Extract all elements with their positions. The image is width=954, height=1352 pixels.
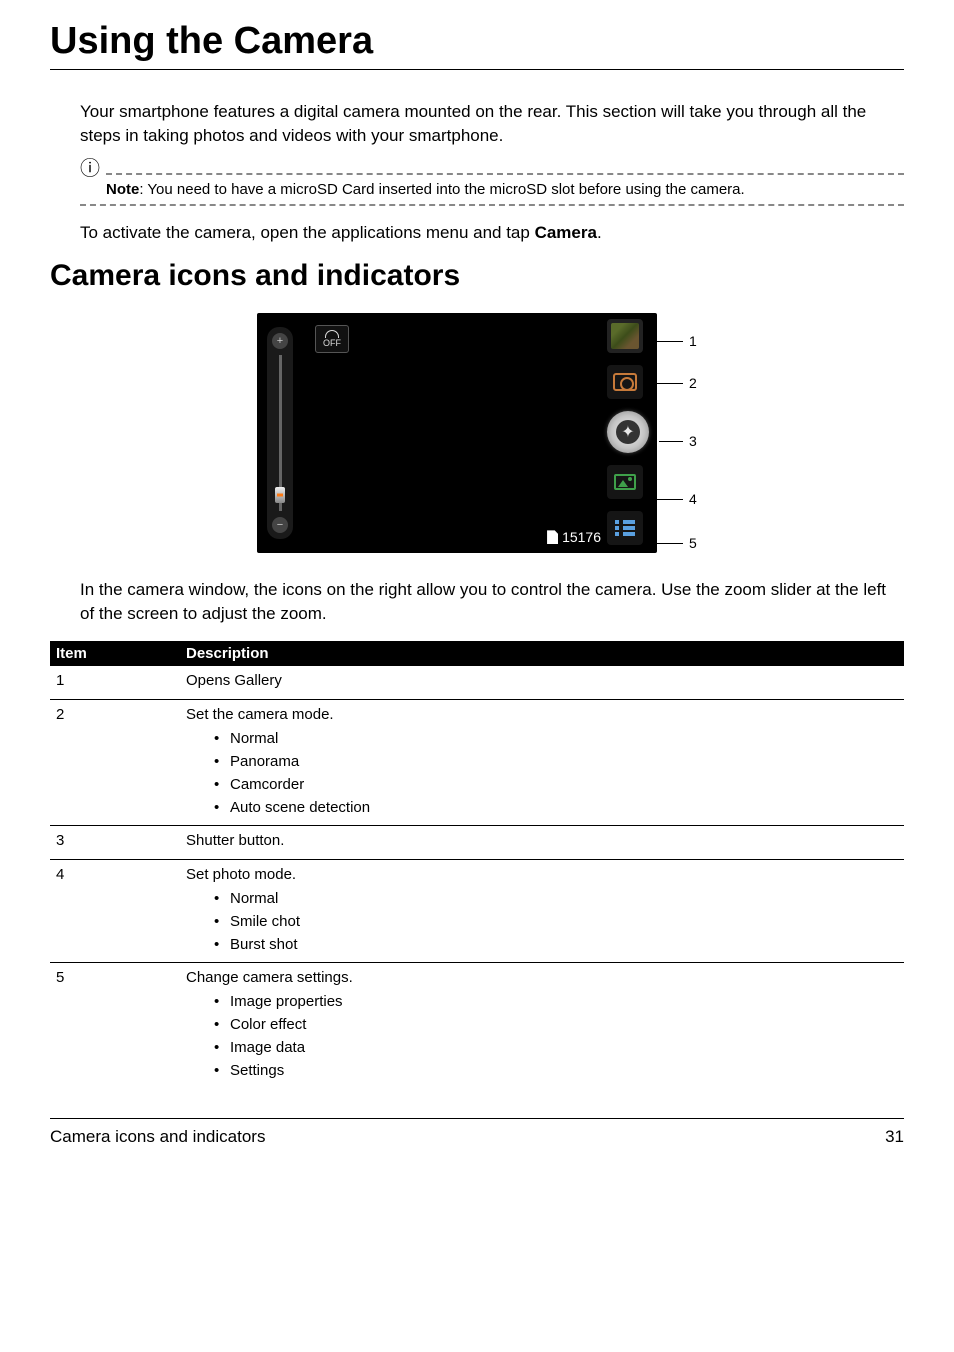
list-item: Panorama (214, 750, 898, 773)
activate-target: Camera (535, 223, 597, 242)
callout-label: 5 (689, 535, 697, 551)
activate-text: To activate the camera, open the applica… (80, 221, 904, 245)
gallery-thumbnail-icon[interactable] (607, 319, 643, 353)
camera-diagram: + − OFF (257, 313, 697, 553)
camera-mode-glyph (613, 373, 637, 391)
list-item: Normal (214, 727, 898, 750)
diagram-wrap: + − OFF (50, 313, 904, 553)
shutter-aperture-icon (616, 420, 640, 444)
right-icon-column (607, 319, 649, 545)
list-item: Smile chot (214, 910, 898, 933)
page-title: Using the Camera (50, 20, 904, 70)
note-label: Note (106, 181, 139, 198)
callout-3: 3 (659, 433, 697, 449)
shutter-button[interactable] (607, 411, 649, 453)
remaining-count: 15176 (562, 529, 601, 545)
cell-desc: Set the camera mode. Normal Panorama Cam… (186, 706, 898, 819)
post-diagram-text: In the camera window, the icons on the r… (80, 578, 904, 626)
intro-text: Your smartphone features a digital camer… (80, 100, 904, 148)
zoom-out-icon[interactable]: − (272, 517, 288, 533)
off-label: OFF (323, 339, 341, 348)
cell-desc: Opens Gallery (186, 672, 898, 693)
cell-desc: Change camera settings. Image properties… (186, 969, 898, 1082)
activate-suffix: . (597, 223, 602, 242)
warning-icon: ⓘ (80, 159, 100, 179)
page-footer: Camera icons and indicators 31 (50, 1118, 904, 1147)
callout-1: 1 (653, 333, 697, 349)
callout-5: 5 (653, 535, 697, 551)
icon-table: Item Description 1 Opens Gallery 2 Set t… (50, 641, 904, 1088)
table-row: 3 Shutter button. (50, 826, 904, 860)
table-row: 1 Opens Gallery (50, 666, 904, 700)
desc-text: Opens Gallery (186, 672, 898, 689)
table-row: 2 Set the camera mode. Normal Panorama C… (50, 700, 904, 826)
table-row: 5 Change camera settings. Image properti… (50, 963, 904, 1088)
note-rule-top (106, 173, 904, 175)
callout-2: 2 (653, 375, 697, 391)
footer-page-number: 31 (885, 1127, 904, 1147)
bullet-list: Image properties Color effect Image data… (214, 990, 898, 1082)
list-item: Burst shot (214, 933, 898, 956)
photo-mode-glyph (614, 474, 636, 490)
list-item: Image properties (214, 990, 898, 1013)
cell-item: 5 (56, 969, 186, 1082)
list-item: Normal (214, 887, 898, 910)
remaining-shots: 15176 (547, 529, 601, 545)
zoom-slider[interactable]: + − (267, 327, 293, 539)
note-block: ⓘ Note: You need to have a microSD Card … (80, 163, 904, 206)
camera-screen: + − OFF (257, 313, 657, 553)
zoom-in-icon[interactable]: + (272, 333, 288, 349)
section-heading: Camera icons and indicators (50, 259, 904, 293)
cell-desc: Set photo mode. Normal Smile chot Burst … (186, 866, 898, 956)
activate-prefix: To activate the camera, open the applica… (80, 223, 535, 242)
bullet-list: Normal Smile chot Burst shot (214, 887, 898, 956)
footer-left: Camera icons and indicators (50, 1127, 265, 1147)
list-item: Color effect (214, 1013, 898, 1036)
desc-text: Set photo mode. (186, 866, 898, 883)
cell-item: 4 (56, 866, 186, 956)
camera-mode-icon[interactable] (607, 365, 643, 399)
arc-icon (325, 330, 339, 338)
list-item: Image data (214, 1036, 898, 1059)
gallery-thumb-inner (611, 323, 639, 349)
callout-label: 1 (689, 333, 697, 349)
photo-mode-icon[interactable] (607, 465, 643, 499)
scene-off-icon[interactable]: OFF (315, 325, 349, 353)
note-rule-bottom (80, 204, 904, 206)
callout-label: 2 (689, 375, 697, 391)
cell-desc: Shutter button. (186, 832, 898, 853)
table-row: 4 Set photo mode. Normal Smile chot Burs… (50, 860, 904, 963)
note-text: : You need to have a microSD Card insert… (139, 181, 744, 198)
desc-text: Set the camera mode. (186, 706, 898, 723)
callout-4: 4 (653, 491, 697, 507)
table-header: Item Description (50, 641, 904, 666)
cell-item: 2 (56, 706, 186, 819)
list-item: Auto scene detection (214, 796, 898, 819)
cell-item: 1 (56, 672, 186, 693)
list-item: Settings (214, 1059, 898, 1082)
callout-label: 3 (689, 433, 697, 449)
cell-item: 3 (56, 832, 186, 853)
bullet-list: Normal Panorama Camcorder Auto scene det… (214, 727, 898, 819)
zoom-thumb[interactable] (275, 487, 285, 503)
header-desc: Description (186, 645, 898, 662)
desc-text: Change camera settings. (186, 969, 898, 986)
list-item: Camcorder (214, 773, 898, 796)
callout-label: 4 (689, 491, 697, 507)
header-item: Item (56, 645, 186, 662)
zoom-track (279, 355, 282, 511)
settings-glyph (615, 520, 635, 536)
desc-text: Shutter button. (186, 832, 898, 849)
settings-icon[interactable] (607, 511, 643, 545)
sd-card-icon (547, 530, 558, 544)
